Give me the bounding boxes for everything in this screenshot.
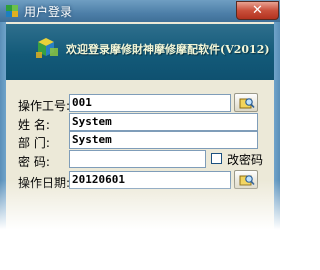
change-password-checkbox[interactable] xyxy=(211,153,222,164)
welcome-banner: 欢迎登录摩修財神摩修摩配软件(V2012) xyxy=(6,24,274,80)
lookup-icon xyxy=(239,98,255,109)
password-label: 密 码: xyxy=(18,155,50,169)
department-input[interactable]: System xyxy=(69,131,258,149)
close-icon: ✕ xyxy=(252,3,263,18)
name-input[interactable]: System xyxy=(69,113,258,131)
window-title: 用户登录 xyxy=(24,5,73,19)
title-bar[interactable]: 用户登录 ✕ xyxy=(0,0,280,22)
department-label: 部 门: xyxy=(18,136,50,150)
app-cube-icon xyxy=(6,5,18,17)
logo-icon xyxy=(36,38,58,58)
change-password-label[interactable]: 改密码 xyxy=(227,151,263,168)
operator-id-input[interactable]: 001 xyxy=(69,94,231,112)
faded-bottom-overlay xyxy=(0,180,280,270)
operator-id-label: 操作工号: xyxy=(18,99,71,113)
operator-lookup-button[interactable] xyxy=(234,93,258,112)
close-button[interactable]: ✕ xyxy=(236,1,279,20)
password-input[interactable] xyxy=(69,150,206,168)
name-label: 姓 名: xyxy=(18,118,50,132)
welcome-text: 欢迎登录摩修財神摩修摩配软件(V2012) xyxy=(66,43,270,56)
login-window: 用户登录 ✕ 欢迎登录摩修財神摩修摩配软件(V2012) 操作工号: 001 姓… xyxy=(0,0,280,270)
